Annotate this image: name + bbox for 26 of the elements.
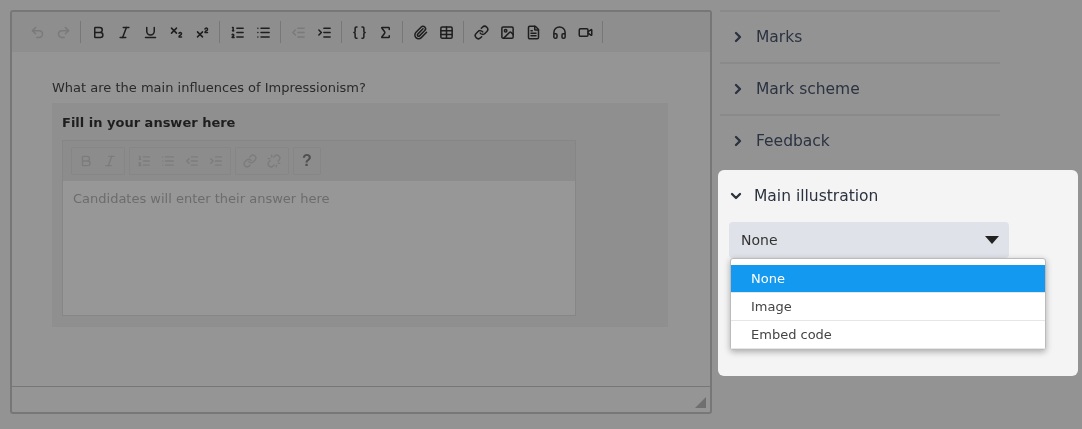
paperclip-icon xyxy=(412,24,428,40)
resize-handle-icon[interactable] xyxy=(695,397,706,408)
section-header[interactable]: Mark scheme xyxy=(720,62,1000,114)
document-icon xyxy=(525,24,541,40)
image-icon xyxy=(499,24,515,40)
illustration-select[interactable]: None xyxy=(729,222,1009,258)
superscript-icon xyxy=(194,24,210,40)
numbered-list-icon xyxy=(229,24,245,40)
underline-icon xyxy=(142,24,158,40)
section-header[interactable]: Feedback xyxy=(720,114,1000,166)
question-text: What are the main influences of Impressionism? xyxy=(52,80,367,95)
table-icon xyxy=(438,24,454,40)
section-header[interactable]: Main illustration xyxy=(718,170,1058,222)
answer-title: Fill in your answer here xyxy=(62,115,237,130)
dropdown-option[interactable]: None xyxy=(731,265,1045,293)
braces-icon xyxy=(351,24,367,40)
dropdown-option[interactable]: Embed code xyxy=(731,321,1045,349)
indent-icon xyxy=(316,24,332,40)
italic-icon xyxy=(116,24,132,40)
subscript-icon xyxy=(168,24,184,40)
section-header[interactable]: Marks xyxy=(720,10,1000,62)
link-icon xyxy=(473,24,489,40)
dropdown-option[interactable]: Image xyxy=(731,293,1045,321)
headphones-icon xyxy=(551,24,567,40)
caret-down-icon xyxy=(985,236,999,244)
bullet-list-icon xyxy=(255,24,271,40)
